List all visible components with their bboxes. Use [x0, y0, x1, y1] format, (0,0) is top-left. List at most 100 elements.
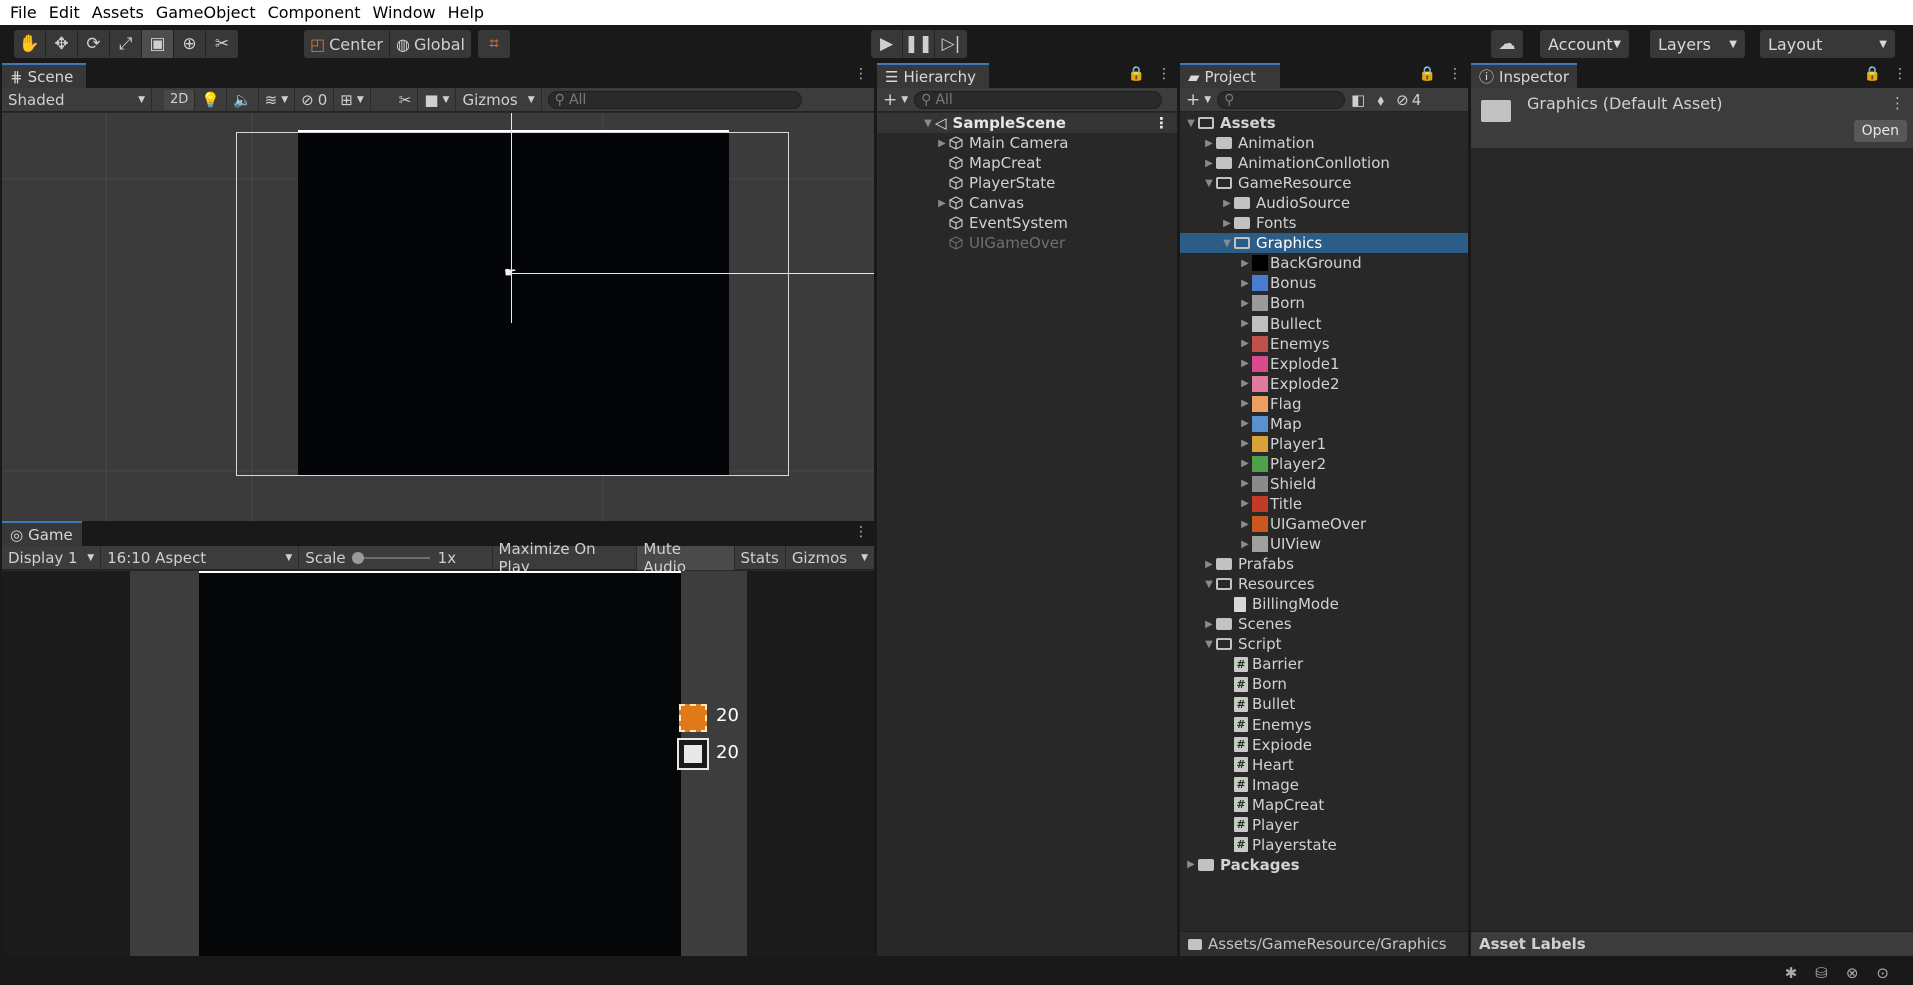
custom-tool-icon[interactable]: ✂ — [206, 30, 238, 58]
game-viewport[interactable]: 20 20 — [2, 571, 874, 956]
expand-arrow-icon[interactable]: ▶ — [1238, 519, 1252, 530]
project-item[interactable]: ▶ Map — [1180, 414, 1468, 434]
tab-game[interactable]: ◎ Game — [2, 521, 82, 546]
expand-arrow-icon[interactable]: ▶ — [1238, 258, 1252, 269]
project-item[interactable]: BillingMode — [1180, 594, 1468, 614]
more-options-icon[interactable]: ⋮ — [1448, 66, 1462, 82]
expand-arrow-icon[interactable]: ▶ — [935, 198, 949, 209]
game-gizmos-dropdown[interactable]: Gizmos ▼ — [786, 546, 874, 570]
expand-arrow-icon[interactable]: ▶ — [1238, 378, 1252, 389]
expand-arrow-icon[interactable]: ▶ — [1238, 458, 1252, 469]
hierarchy-item[interactable]: ▶ Canvas — [877, 193, 1177, 213]
project-item[interactable]: # Playerstate — [1180, 835, 1468, 855]
project-item[interactable]: ▶ Player2 — [1180, 454, 1468, 474]
project-item[interactable]: # MapCreat — [1180, 795, 1468, 815]
expand-arrow-icon[interactable]: ▶ — [1238, 358, 1252, 369]
pivot-center-button[interactable]: ◰ Center — [304, 30, 390, 58]
hierarchy-item[interactable]: PlayerState — [877, 173, 1177, 193]
expand-arrow-icon[interactable]: ▶ — [1238, 278, 1252, 289]
create-asset-dropdown[interactable]: + ▼ — [1180, 88, 1217, 112]
scene-viewport[interactable]: ☛ — [2, 113, 874, 521]
project-item[interactable]: ▼ Graphics — [1180, 233, 1468, 254]
hand-tool-icon[interactable]: ✋ — [14, 30, 46, 58]
space-global-button[interactable]: ◍ Global — [390, 30, 471, 58]
expand-arrow-icon[interactable]: ▶ — [1238, 478, 1252, 489]
project-item[interactable]: ▶ Bonus — [1180, 273, 1468, 293]
scene-row[interactable]: ▼ ◁ SampleScene ⋮ — [877, 113, 1177, 133]
project-item[interactable]: # Player — [1180, 815, 1468, 835]
expand-arrow-icon[interactable]: ▶ — [935, 138, 949, 149]
expand-arrow-icon[interactable]: ▼ — [1202, 639, 1216, 650]
project-item[interactable]: ▼ Assets — [1180, 113, 1468, 133]
project-item[interactable]: ▶ UIGameOver — [1180, 514, 1468, 534]
rotate-tool-icon[interactable]: ⟳ — [78, 30, 110, 58]
project-item[interactable]: ▶ Born — [1180, 293, 1468, 313]
hierarchy-item[interactable]: UIGameOver — [877, 233, 1177, 253]
project-item[interactable]: # Image — [1180, 775, 1468, 795]
lock-icon[interactable]: 🔒 — [1864, 66, 1881, 82]
menu-edit[interactable]: Edit — [43, 3, 86, 22]
layers-dropdown[interactable]: Layers ▼ — [1650, 30, 1745, 58]
project-item[interactable]: ▶ Animation — [1180, 133, 1468, 153]
mode-2d-toggle[interactable]: 2D — [164, 89, 196, 110]
tools-icon[interactable]: ✂ — [393, 87, 419, 112]
project-item[interactable]: ▶ Explode1 — [1180, 354, 1468, 374]
project-item[interactable]: ▼ GameResource — [1180, 173, 1468, 193]
scale-slider-handle[interactable] — [351, 551, 364, 564]
more-options-icon[interactable]: ⋮ — [1890, 94, 1905, 112]
visibility-toggle[interactable]: ⊘ 0 — [295, 87, 335, 112]
move-tool-icon[interactable]: ✥ — [46, 30, 78, 58]
project-item[interactable]: ▶ BackGround — [1180, 253, 1468, 273]
lighting-icon[interactable]: 💡 — [195, 87, 227, 112]
expand-arrow-icon[interactable]: ▶ — [1202, 559, 1216, 570]
tab-scene[interactable]: ⋕ Scene — [2, 63, 86, 88]
debug-icon[interactable]: ✱ — [1785, 964, 1798, 982]
grid-toggle-icon[interactable]: ⊞ ▼ — [334, 87, 371, 112]
project-item[interactable]: ▶ Flag — [1180, 394, 1468, 414]
project-item[interactable]: ▶ Player1 — [1180, 434, 1468, 454]
project-search-input[interactable]: ⚲ — [1217, 90, 1346, 109]
play-icon[interactable]: ▶ — [871, 30, 903, 58]
project-item[interactable]: # Enemys — [1180, 715, 1468, 735]
display-dropdown[interactable]: Display 1 ▼ — [2, 545, 102, 570]
more-options-icon[interactable]: ⋮ — [1893, 66, 1907, 82]
hierarchy-item[interactable]: EventSystem — [877, 213, 1177, 233]
expand-arrow-icon[interactable]: ▶ — [1202, 619, 1216, 630]
project-item[interactable]: # Bullet — [1180, 694, 1468, 714]
tab-hierarchy[interactable]: ☰ Hierarchy — [877, 63, 989, 88]
filter-by-type-icon[interactable]: ◧ — [1345, 88, 1371, 112]
more-options-icon[interactable]: ⋮ — [854, 524, 868, 540]
transform-tool-icon[interactable]: ⊕ — [174, 30, 206, 58]
project-item[interactable]: ▶ Enemys — [1180, 334, 1468, 354]
asset-labels-bar[interactable]: Asset Labels — [1471, 931, 1913, 956]
stats-toggle[interactable]: Stats — [735, 545, 786, 570]
project-item[interactable]: ▶ Scenes — [1180, 614, 1468, 634]
shading-mode-dropdown[interactable]: Shaded ▼ — [2, 87, 152, 112]
scene-gizmos-dropdown[interactable]: Gizmos ▼ — [456, 87, 542, 112]
progress-icon[interactable]: ⊙ — [1876, 964, 1889, 982]
pointer-handle-icon[interactable]: ☛ — [504, 265, 517, 281]
project-item[interactable]: ▶ AudioSource — [1180, 193, 1468, 213]
grid-snap-icon[interactable]: ⌗ — [478, 30, 510, 58]
audio-icon[interactable]: 🔈 — [227, 87, 259, 112]
layout-dropdown[interactable]: Layout ▼ — [1760, 30, 1895, 58]
project-item[interactable]: ▼ Resources — [1180, 574, 1468, 594]
project-item[interactable]: ▶ UIView — [1180, 534, 1468, 554]
create-dropdown[interactable]: + ▼ — [877, 88, 914, 112]
expand-arrow-icon[interactable]: ▶ — [1238, 539, 1252, 550]
lock-icon[interactable]: 🔒 — [1419, 66, 1436, 82]
open-button[interactable]: Open — [1853, 120, 1907, 142]
project-item[interactable]: ▶ Bullect — [1180, 314, 1468, 334]
project-item[interactable]: # Barrier — [1180, 654, 1468, 674]
pause-icon[interactable]: ❚❚ — [903, 30, 935, 58]
expand-arrow-icon[interactable]: ▶ — [1238, 418, 1252, 429]
mute-audio-toggle[interactable]: Mute Audio — [637, 540, 735, 576]
filter-by-label-icon[interactable]: ⬧ — [1371, 88, 1390, 112]
menu-gameobject[interactable]: GameObject — [150, 3, 262, 22]
expand-arrow-icon[interactable]: ▶ — [1238, 398, 1252, 409]
expand-arrow-icon[interactable]: ▶ — [1238, 498, 1252, 509]
maximize-on-play-toggle[interactable]: Maximize On Play — [493, 540, 638, 576]
expand-arrow-icon[interactable]: ▶ — [1238, 298, 1252, 309]
expand-arrow-icon[interactable]: ▶ — [1220, 218, 1234, 229]
project-item[interactable]: ▶ Fonts — [1180, 213, 1468, 233]
